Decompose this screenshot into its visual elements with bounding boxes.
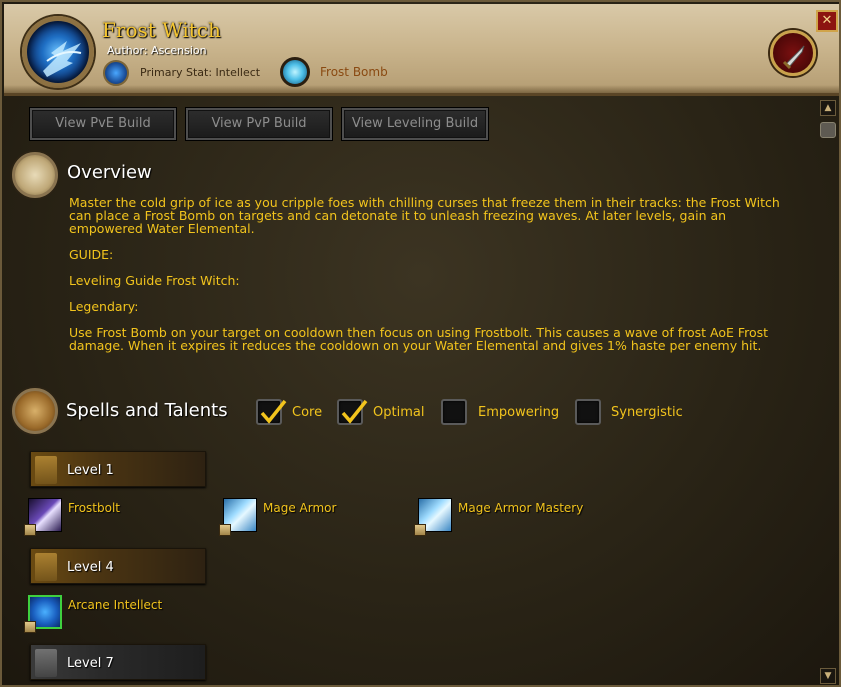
spell-name[interactable]: Frostbolt: [68, 501, 120, 515]
spell-name[interactable]: Mage Armor Mastery: [458, 501, 583, 515]
dps-role-icon: [770, 30, 816, 76]
scroll-down-button[interactable]: ▼: [820, 668, 836, 684]
intellect-icon: [103, 60, 129, 86]
view-leveling-build-button[interactable]: View Leveling Build: [342, 108, 488, 140]
frost-bomb-icon[interactable]: [280, 57, 310, 87]
level-header: Level 7: [30, 644, 206, 680]
legendary-heading: Legendary:: [69, 299, 139, 314]
legendary-description: Use Frost Bomb on your target on cooldow…: [69, 325, 769, 353]
filter-optimal-label[interactable]: Optimal: [373, 405, 424, 420]
scroll-parchment-icon: [12, 152, 58, 198]
header-banner: Frost Witch Author: Ascension Primary St…: [4, 4, 839, 96]
filter-synergistic-label[interactable]: Synergistic: [611, 405, 683, 420]
leveling-guide-heading: Leveling Guide Frost Witch:: [69, 273, 240, 288]
filter-core-label[interactable]: Core: [292, 405, 322, 420]
level-label: Level 1: [67, 463, 114, 478]
spell-name[interactable]: Arcane Intellect: [68, 598, 162, 612]
filter-core-checkbox[interactable]: [256, 399, 287, 425]
class-portrait-icon: [22, 16, 94, 88]
scroll-icon: [414, 524, 426, 536]
level-header: Level 1: [30, 451, 206, 487]
signature-spell-label[interactable]: Frost Bomb: [320, 65, 388, 79]
filter-empowering-label[interactable]: Empowering: [478, 405, 559, 420]
level-label: Level 7: [67, 656, 114, 671]
level-header: Level 4: [30, 548, 206, 584]
window-frame: Frost Witch Author: Ascension Primary St…: [0, 0, 841, 687]
author-label: Author: Ascension: [107, 44, 207, 57]
scroll-icon: [219, 524, 231, 536]
filter-synergistic-checkbox[interactable]: [575, 399, 601, 425]
spell-name[interactable]: Mage Armor: [263, 501, 336, 515]
scroll-up-button[interactable]: ▲: [820, 100, 836, 116]
filter-empowering-checkbox[interactable]: [441, 399, 467, 425]
treasure-chest-icon: [12, 388, 58, 434]
overview-title: Overview: [67, 162, 152, 183]
filter-optimal-checkbox[interactable]: [337, 399, 368, 425]
primary-stat-label: Primary Stat: Intellect: [140, 66, 261, 79]
overview-description: Master the cold grip of ice as you cripp…: [69, 195, 780, 236]
close-button[interactable]: ✕: [816, 10, 838, 32]
level-label: Level 4: [67, 560, 114, 575]
scrollbar-thumb[interactable]: [820, 122, 836, 138]
spells-talents-title: Spells and Talents: [66, 400, 228, 421]
view-pve-build-button[interactable]: View PvE Build: [30, 108, 176, 140]
spec-title: Frost Witch: [102, 18, 221, 42]
view-pvp-build-button[interactable]: View PvP Build: [186, 108, 332, 140]
guide-heading: GUIDE:: [69, 247, 114, 262]
scroll-icon: [24, 621, 36, 633]
scroll-icon: [24, 524, 36, 536]
